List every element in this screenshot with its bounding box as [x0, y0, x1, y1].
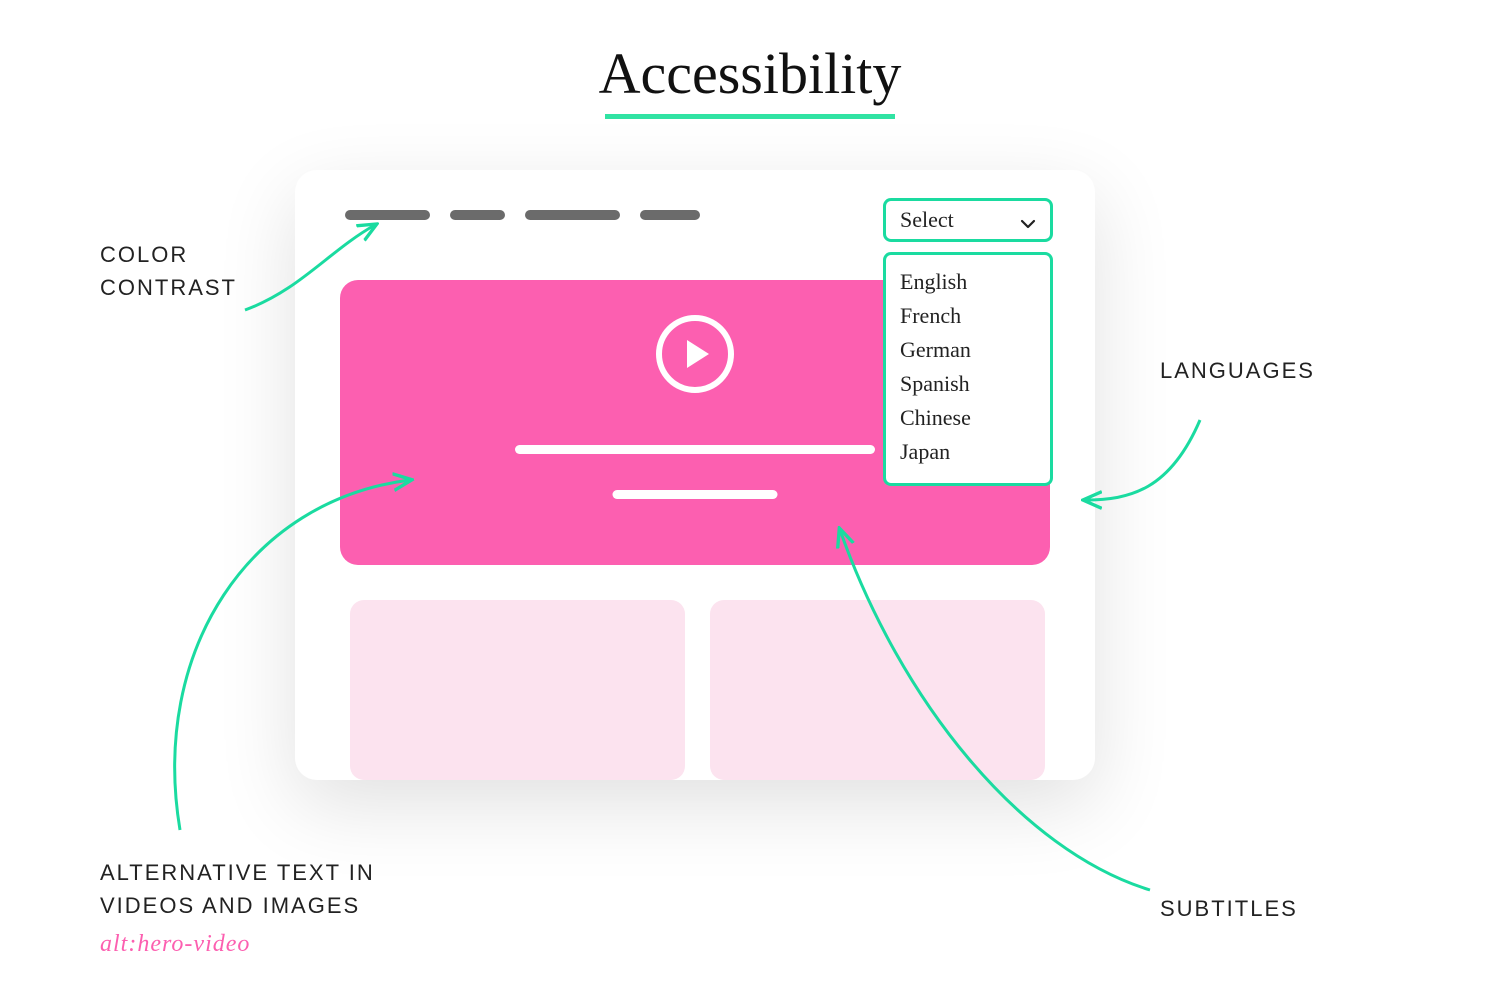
page-title: Accessibility: [0, 40, 1500, 107]
annotation-languages: LANGUAGES: [1160, 354, 1315, 387]
annotation-text: VIDEOS AND IMAGES: [100, 893, 360, 918]
language-select[interactable]: Select: [883, 198, 1053, 242]
language-option[interactable]: French: [900, 299, 1036, 333]
language-select-label: Select: [900, 207, 954, 233]
mock-browser-card: Select English French German Spanish Chi…: [295, 170, 1095, 780]
play-button[interactable]: [656, 315, 734, 393]
annotation-color-contrast: COLORCONTRAST: [100, 238, 237, 304]
nav-item-placeholder[interactable]: [640, 210, 700, 220]
subtitle-line: [515, 445, 875, 454]
language-option[interactable]: Spanish: [900, 367, 1036, 401]
language-option[interactable]: Japan: [900, 435, 1036, 469]
annotation-text: ALTERNATIVE TEXT IN: [100, 860, 375, 885]
annotation-text: COLORCONTRAST: [100, 242, 237, 300]
content-placeholder: [350, 600, 685, 780]
annotation-alt-text: ALTERNATIVE TEXT IN VIDEOS AND IMAGES al…: [100, 856, 375, 962]
diagram-stage: Accessibility Select English French Germ…: [0, 0, 1500, 1000]
nav-item-placeholder[interactable]: [525, 210, 620, 220]
language-option[interactable]: German: [900, 333, 1036, 367]
language-option[interactable]: Chinese: [900, 401, 1036, 435]
play-icon: [687, 340, 709, 368]
title-underline: [605, 114, 895, 119]
nav-item-placeholder[interactable]: [345, 210, 430, 220]
annotation-subtitles: SUBTITLES: [1160, 892, 1298, 925]
nav-item-placeholder[interactable]: [450, 210, 505, 220]
content-placeholder: [710, 600, 1045, 780]
language-option[interactable]: English: [900, 265, 1036, 299]
chevron-down-icon: [1020, 212, 1036, 228]
nav-bar: [345, 210, 700, 220]
language-dropdown: English French German Spanish Chinese Ja…: [883, 252, 1053, 486]
annotation-code: alt:hero-video: [100, 926, 375, 962]
subtitle-line: [613, 490, 778, 499]
